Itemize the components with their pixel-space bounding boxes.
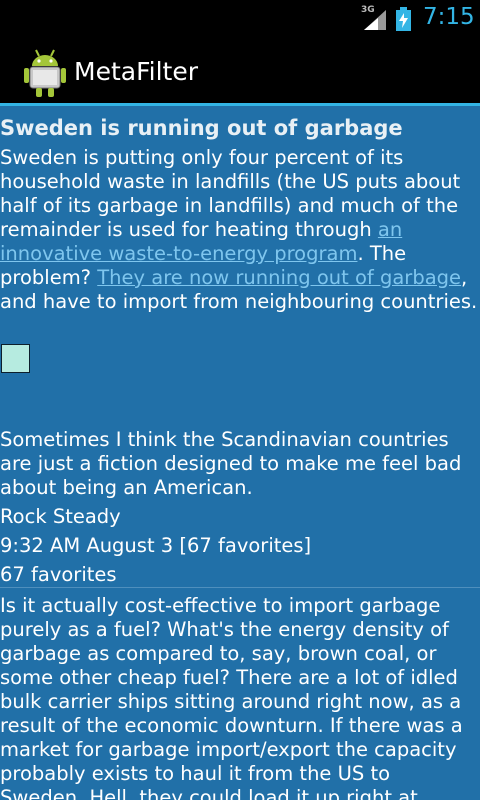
battery-charging-icon [396,7,411,31]
comment-text: Sometimes I think the Scandinavian count… [0,428,462,499]
post-content: Sweden is running out of garbage Sweden … [0,106,480,800]
signal-icon [364,10,386,30]
android-app-icon[interactable] [22,48,68,98]
comment-favorites[interactable]: 67 favorites [0,563,117,587]
image-placeholder[interactable] [1,344,30,373]
post-title: Sweden is running out of garbage [0,116,403,140]
comment-author[interactable]: Rock Steady [0,505,121,529]
status-bar: 3G 7:15 [0,0,480,38]
comment-text: Is it actually cost-effective to import … [0,594,463,800]
clock: 7:15 [423,4,475,30]
comment-meta: 9:32 AM August 3 [67 favorites] [0,534,312,557]
action-bar: MetaFilter [0,38,480,106]
running-out-link[interactable]: They are now running out of garbage [97,266,461,289]
comment-divider [0,587,480,588]
post-body: Sweden is putting only four percent of i… [0,146,478,314]
app-title: MetaFilter [74,57,198,86]
